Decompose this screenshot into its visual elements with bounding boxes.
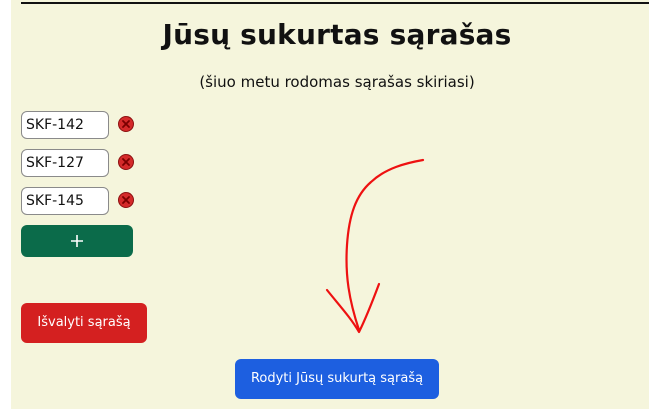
hand-drawn-arrow-icon [325,158,425,334]
list-panel: Jūsų sukurtas sąrašas (šiuo metu rodomas… [11,0,649,409]
